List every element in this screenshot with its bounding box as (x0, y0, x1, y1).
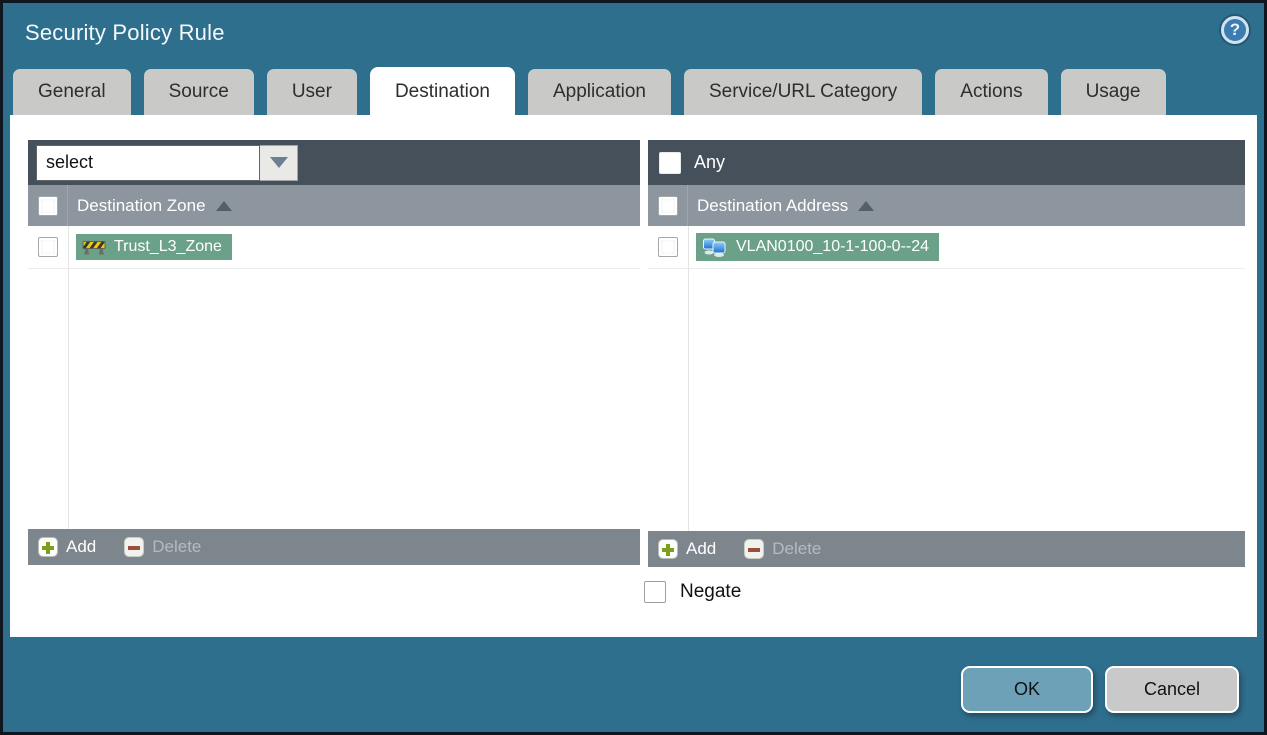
add-plus-icon (38, 537, 58, 557)
add-button-label: Add (686, 539, 717, 558)
zone-select-all-checkbox[interactable] (37, 195, 58, 216)
sort-asc-icon (858, 200, 875, 211)
zone-column-header[interactable]: Destination Zone (28, 185, 640, 226)
cancel-button[interactable]: Cancel (1105, 666, 1239, 713)
help-icon[interactable]: ? (1221, 16, 1249, 44)
tab-source[interactable]: Source (143, 69, 254, 115)
address-chip-label: VLAN0100_10-1-100-0--24 (736, 238, 930, 255)
address-footer: Add Delete (648, 531, 1245, 567)
tab-general[interactable]: General (13, 69, 131, 115)
negate-option[interactable]: Negate (644, 581, 741, 603)
sort-asc-icon (215, 200, 232, 211)
address-toolbar: Any (648, 140, 1245, 185)
tab-application[interactable]: Application (528, 69, 671, 115)
negate-label: Negate (680, 581, 742, 602)
delete-minus-icon (744, 539, 765, 559)
address-add-button[interactable]: Add (658, 539, 716, 559)
security-policy-rule-dialog: Security Policy Rule ? General Source Us… (0, 0, 1267, 735)
add-plus-icon (658, 539, 678, 559)
address-delete-button[interactable]: Delete (744, 539, 821, 559)
tab-content-destination: select Destination Zone Trust_L3_Zone Ad… (10, 115, 1257, 637)
any-label: Any (694, 152, 726, 172)
zone-row-list: Trust_L3_Zone (28, 226, 640, 529)
any-checkbox[interactable] (659, 151, 681, 174)
zone-footer: Add Delete (28, 529, 640, 565)
table-row[interactable]: Trust_L3_Zone (28, 226, 640, 269)
zone-chip[interactable]: Trust_L3_Zone (76, 234, 232, 260)
zone-add-button[interactable]: Add (38, 537, 96, 557)
column-divider (688, 226, 689, 531)
ok-button[interactable]: OK (961, 666, 1093, 713)
negate-checkbox[interactable] (644, 581, 666, 603)
tab-usage[interactable]: Usage (1060, 69, 1166, 115)
address-row-list: VLAN0100_10-1-100-0--24 (648, 226, 1245, 531)
zone-row-checkbox[interactable] (38, 237, 58, 257)
address-select-all-checkbox[interactable] (657, 195, 678, 216)
address-column-header[interactable]: Destination Address (648, 185, 1245, 226)
zone-select-combo[interactable]: select (36, 144, 298, 181)
address-column-label: Destination Address (697, 195, 849, 215)
zone-chip-label: Trust_L3_Zone (114, 238, 222, 255)
delete-button-label: Delete (772, 539, 822, 558)
delete-button-label: Delete (152, 537, 202, 556)
tab-bar: General Source User Destination Applicat… (13, 67, 1257, 120)
address-chip[interactable]: VLAN0100_10-1-100-0--24 (696, 233, 940, 261)
destination-zone-panel: select Destination Zone Trust_L3_Zone Ad… (28, 140, 640, 565)
tab-actions[interactable]: Actions (935, 69, 1048, 115)
zone-select-input[interactable]: select (36, 144, 260, 181)
dialog-title: Security Policy Rule (25, 20, 225, 45)
zone-column-label: Destination Zone (77, 195, 206, 215)
delete-minus-icon (124, 537, 145, 557)
zone-delete-button[interactable]: Delete (124, 537, 201, 557)
column-divider (68, 226, 69, 529)
address-row-checkbox[interactable] (658, 237, 678, 257)
any-option[interactable]: Any (656, 151, 726, 174)
zone-toolbar: select (28, 140, 640, 185)
zone-select-dropdown-button[interactable] (260, 144, 298, 181)
tab-destination[interactable]: Destination (369, 67, 515, 120)
add-button-label: Add (66, 537, 97, 556)
tab-service-url-category[interactable]: Service/URL Category (683, 69, 923, 115)
tab-user[interactable]: User (266, 69, 357, 115)
destination-address-panel: Any Destination Address VLAN0100_10-1-10… (648, 140, 1245, 567)
chevron-down-icon (269, 157, 288, 168)
network-host-icon (703, 238, 726, 257)
zone-barrier-icon (82, 241, 106, 255)
table-row[interactable]: VLAN0100_10-1-100-0--24 (648, 226, 1245, 269)
